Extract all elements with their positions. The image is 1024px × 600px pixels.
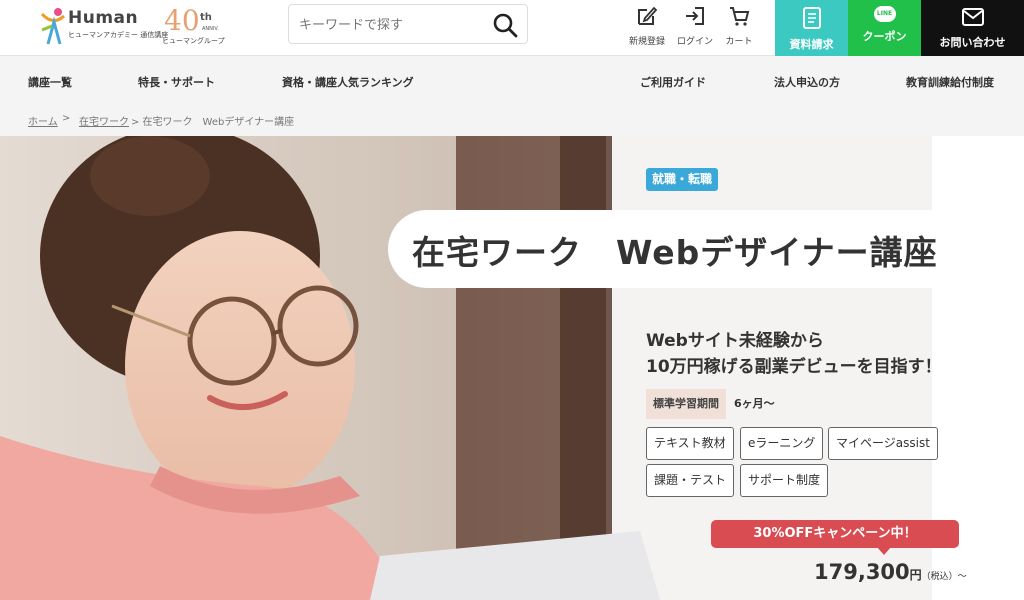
course-price: 179,300円（税込）〜 [814,560,967,584]
breadcrumb-category[interactable]: 在宅ワーク [79,113,129,128]
login-link[interactable]: ログイン [670,4,720,50]
breadcrumb-separator: > [62,113,71,124]
breadcrumb-current: > 在宅ワーク Webデザイナー講座 [131,117,295,128]
nav-item-ranking[interactable]: 資格・講座人気ランキング [282,74,414,90]
course-title: 在宅ワーク Webデザイナー講座 [412,233,938,272]
search-button[interactable] [491,11,519,39]
human-logo-icon [40,8,66,45]
breadcrumb: ホーム > 在宅ワーク > 在宅ワーク Webデザイナー講座 [0,104,1024,136]
register-label: 新規登録 [628,37,665,47]
price-amount: 179,300 [814,560,910,584]
contact-button[interactable]: お問い合わせ [921,0,1024,56]
mail-icon [961,8,984,26]
anniv-sub: ANNIV. [202,26,219,32]
campaign-badge: 30%OFFキャンペーン中！ [711,520,959,548]
anniversary-logo: 40 th ANNIV. ヒューマングループ [160,4,225,48]
contact-label: お問い合わせ [939,36,1006,49]
course-title-banner: 在宅ワーク Webデザイナー講座 [388,210,1024,288]
coupon-label: クーポン [862,30,907,43]
login-icon [686,7,704,25]
coupon-button[interactable]: LINE クーポン [848,0,921,56]
nav-item-guide[interactable]: ご利用ガイド [640,74,706,90]
lead-line-2: 10万円稼げる副業デビューを目指す！ [646,357,942,377]
course-lead: Webサイト未経験から 10万円稼げる副業デビューを目指す！ [646,328,942,380]
document-icon [802,7,821,29]
request-docs-label: 資料請求 [789,38,834,51]
logo-brand-text: Human [68,8,139,28]
feature-tag: 課題・テスト [646,464,735,497]
study-period-value: 6ヶ月〜 [734,397,775,410]
lead-line-1: Webサイト未経験から [646,331,824,351]
cart-link[interactable]: カート [714,4,764,50]
category-tag[interactable]: 就職・転職 [646,168,719,191]
search-box [288,4,528,44]
search-input[interactable] [299,14,479,36]
anniv-th: th [200,12,212,23]
login-label: ログイン [676,37,713,47]
register-link[interactable]: 新規登録 [622,4,672,50]
cart-label: カート [725,37,753,47]
nav-item-courses[interactable]: 講座一覧 [28,74,72,90]
human-academy-logo[interactable]: Human ヒューマンアカデミー 通信講座 [38,6,168,46]
request-docs-button[interactable]: 資料請求 [775,0,848,56]
logo-sub-text: ヒューマンアカデミー 通信講座 [68,31,169,39]
feature-tag: サポート制度 [740,464,829,497]
nav-item-benefit[interactable]: 教育訓練給付制度 [906,74,994,90]
line-icon: LINE [873,6,896,22]
breadcrumb-home[interactable]: ホーム [28,113,58,128]
search-icon [493,13,518,38]
anniv-number: 40 [164,4,200,37]
nav-item-corporate[interactable]: 法人申込の方 [774,74,840,90]
campaign-badge-tail [877,547,891,555]
feature-tag: テキスト教材 [646,427,734,460]
price-yen: 円 [909,568,922,582]
global-nav: 講座一覧 特長・サポート 資格・講座人気ランキング ご利用ガイド 法人申込の方 … [0,56,1024,104]
edit-icon [638,6,658,25]
price-tax-note: （税込）〜 [921,572,967,582]
site-header: Human ヒューマンアカデミー 通信講座 40 th ANNIV. ヒューマン… [0,0,1024,56]
nav-item-features[interactable]: 特長・サポート [138,74,215,90]
feature-tag: eラーニング [740,427,824,460]
study-period-label: 標準学習期間 [646,389,726,419]
anniv-group: ヒューマングループ [162,37,225,45]
cart-icon [730,7,750,26]
hero-banner: 就職・転職 在宅ワーク Webデザイナー講座 Webサイト未経験から 10万円稼… [0,136,1024,600]
feature-tag: マイページassist [828,427,938,460]
